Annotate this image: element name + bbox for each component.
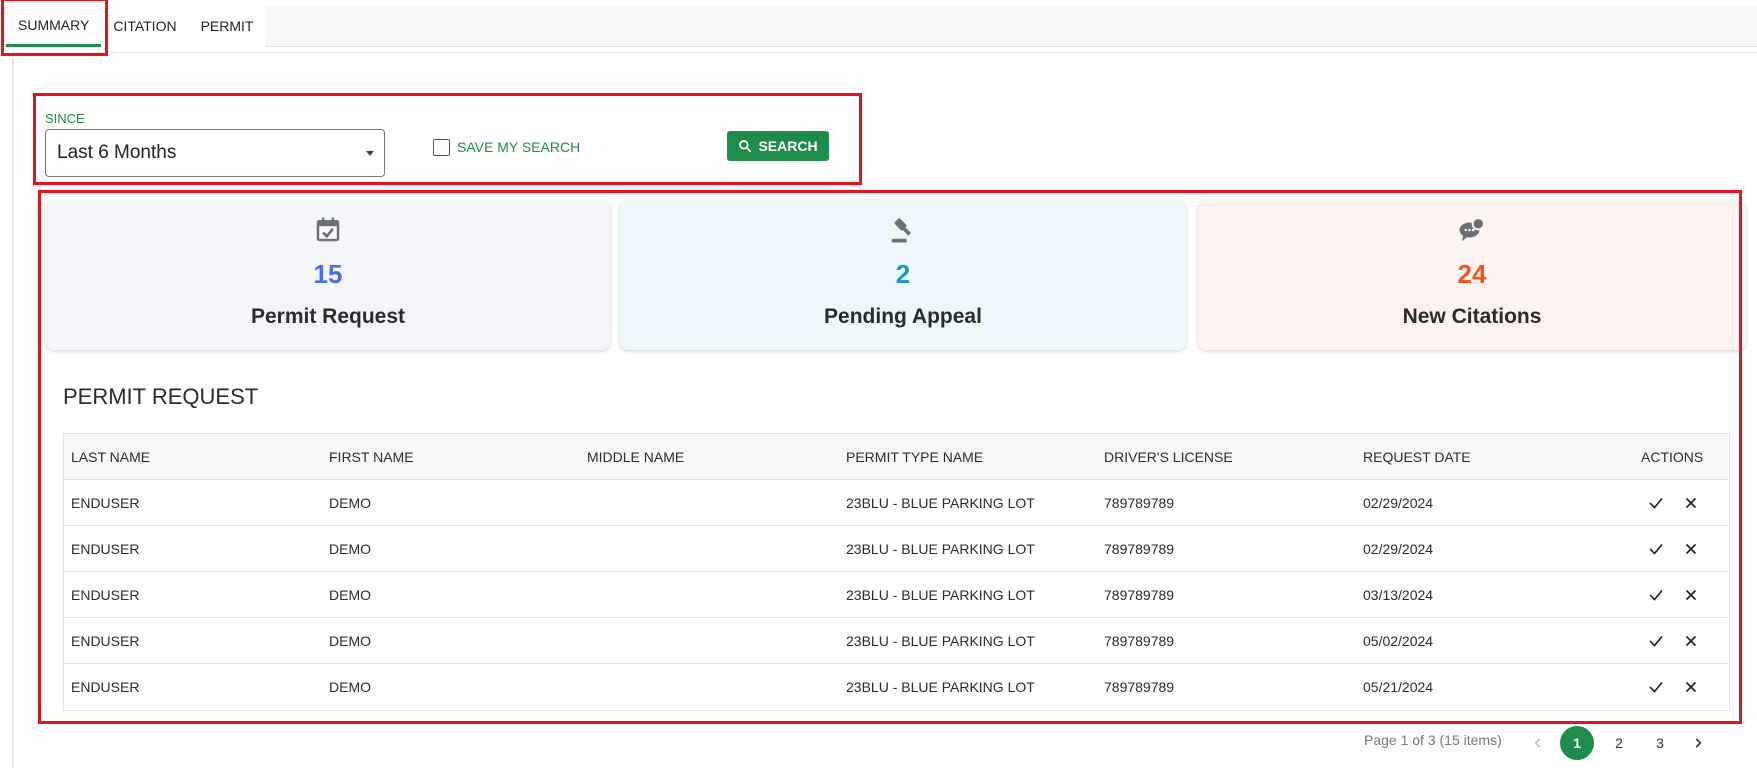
column-header[interactable]: REQUEST DATE <box>1363 434 1471 480</box>
save-search-label[interactable]: SAVE MY SEARCH <box>457 139 580 155</box>
approve-check-icon[interactable] <box>1647 540 1665 558</box>
reject-close-icon[interactable] <box>1682 586 1700 604</box>
table-cell: DEMO <box>329 679 371 695</box>
table-cell: DEMO <box>329 587 371 603</box>
search-button[interactable]: SEARCH <box>727 131 829 161</box>
table-cell: 23BLU - BLUE PARKING LOT <box>846 495 1035 511</box>
reject-close-icon[interactable] <box>1682 494 1700 512</box>
approve-check-icon[interactable] <box>1647 586 1665 604</box>
content-left-border <box>12 56 14 768</box>
table-cell: 23BLU - BLUE PARKING LOT <box>846 541 1035 557</box>
table-row: ENDUSER DEMO 23BLU - BLUE PARKING LOT 78978… <box>64 618 1729 664</box>
chevron-right-icon <box>1695 738 1702 748</box>
since-select-value: Last 6 Months <box>57 142 177 163</box>
table-cell: 23BLU - BLUE PARKING LOT <box>846 633 1035 649</box>
column-header[interactable]: FIRST NAME <box>329 434 414 480</box>
card-title: Permit Request <box>250 305 406 328</box>
card-new-citations[interactable]: 24 New Citations <box>1198 201 1746 350</box>
tab-citation[interactable]: CITATION <box>101 6 188 47</box>
column-header[interactable]: PERMIT TYPE NAME <box>846 434 983 480</box>
calendar-check-icon <box>316 217 340 242</box>
content-divider <box>14 52 1757 53</box>
approve-check-icon[interactable] <box>1647 678 1665 696</box>
column-header[interactable]: LAST NAME <box>71 434 150 480</box>
card-count: 24 <box>1457 259 1487 289</box>
table-header: LAST NAME FIRST NAME MIDDLE NAME PERMIT … <box>64 434 1729 480</box>
table-cell: DEMO <box>329 633 371 649</box>
since-label: SINCE <box>45 111 85 126</box>
table-cell: 02/29/2024 <box>1363 541 1434 557</box>
table-row: ENDUSER DEMO 23BLU - BLUE PARKING LOT 78978… <box>64 480 1729 526</box>
table-cell: ENDUSER <box>71 679 140 695</box>
section-title: PERMIT REQUEST <box>63 384 259 409</box>
save-search-checkbox[interactable] <box>433 139 450 156</box>
table-body: ENDUSER DEMO 23BLU - BLUE PARKING LOT 78978… <box>64 480 1729 710</box>
table-cell: ENDUSER <box>71 587 140 603</box>
table-cell: DEMO <box>329 495 371 511</box>
tab-bar: SUMMARY CITATION PERMIT <box>0 6 1757 47</box>
pager-info: Page 1 of 3 (15 items) <box>1364 732 1502 748</box>
table-row: ENDUSER DEMO 23BLU - BLUE PARKING LOT 78978… <box>64 572 1729 618</box>
table-cell: 789789789 <box>1104 495 1175 511</box>
card-title: Pending Appeal <box>824 305 982 328</box>
table-cell: ENDUSER <box>71 633 140 649</box>
table-cell: 02/29/2024 <box>1363 495 1434 511</box>
table-cell: 05/21/2024 <box>1363 679 1434 695</box>
reject-close-icon[interactable] <box>1682 540 1700 558</box>
card-count: 15 <box>313 259 343 289</box>
table-cell: 789789789 <box>1104 679 1175 695</box>
card-pending-appeal[interactable]: 2 Pending Appeal <box>620 201 1186 350</box>
table-cell: 23BLU - BLUE PARKING LOT <box>846 587 1035 603</box>
page-button-2[interactable]: 2 <box>1602 726 1636 760</box>
gavel-icon <box>891 218 911 243</box>
column-header[interactable]: DRIVER'S LICENSE <box>1104 434 1233 480</box>
table-row: ENDUSER DEMO 23BLU - BLUE PARKING LOT 78978… <box>64 664 1729 710</box>
table-cell: 789789789 <box>1104 587 1175 603</box>
since-select[interactable]: Last 6 Months <box>45 129 385 177</box>
page-button-1[interactable]: 1 <box>1560 726 1594 760</box>
table-cell: ENDUSER <box>71 495 140 511</box>
card-permit-request[interactable]: 15 Permit Request <box>46 201 610 350</box>
prev-page-button[interactable] <box>1521 726 1555 760</box>
table-cell: 05/02/2024 <box>1363 633 1434 649</box>
chevron-left-icon <box>1534 738 1541 748</box>
permit-request-table: LAST NAME FIRST NAME MIDDLE NAME PERMIT … <box>63 433 1730 711</box>
table-cell: 789789789 <box>1104 633 1175 649</box>
approve-check-icon[interactable] <box>1647 632 1665 650</box>
card-title: New Citations <box>1402 305 1542 328</box>
search-button-label: SEARCH <box>758 138 818 154</box>
next-page-button[interactable] <box>1681 726 1715 760</box>
table-cell: ENDUSER <box>71 541 140 557</box>
tab-group: SUMMARY CITATION PERMIT <box>6 6 266 47</box>
column-header: ACTIONS <box>1641 449 1704 465</box>
card-count: 2 <box>895 259 911 289</box>
chat-bubbles-icon <box>1459 217 1485 242</box>
table-cell: 03/13/2024 <box>1363 587 1434 603</box>
column-header[interactable]: MIDDLE NAME <box>587 434 684 480</box>
approve-check-icon[interactable] <box>1647 494 1665 512</box>
tab-summary[interactable]: SUMMARY <box>6 6 102 47</box>
page-button-3[interactable]: 3 <box>1643 726 1677 760</box>
table-cell: 789789789 <box>1104 541 1175 557</box>
table-cell: DEMO <box>329 541 371 557</box>
caret-down-icon <box>366 151 374 156</box>
table-cell: 23BLU - BLUE PARKING LOT <box>846 679 1035 695</box>
table-row: ENDUSER DEMO 23BLU - BLUE PARKING LOT 78978… <box>64 526 1729 572</box>
reject-close-icon[interactable] <box>1682 678 1700 696</box>
search-icon <box>739 140 752 153</box>
tab-permit[interactable]: PERMIT <box>189 6 266 47</box>
reject-close-icon[interactable] <box>1682 632 1700 650</box>
